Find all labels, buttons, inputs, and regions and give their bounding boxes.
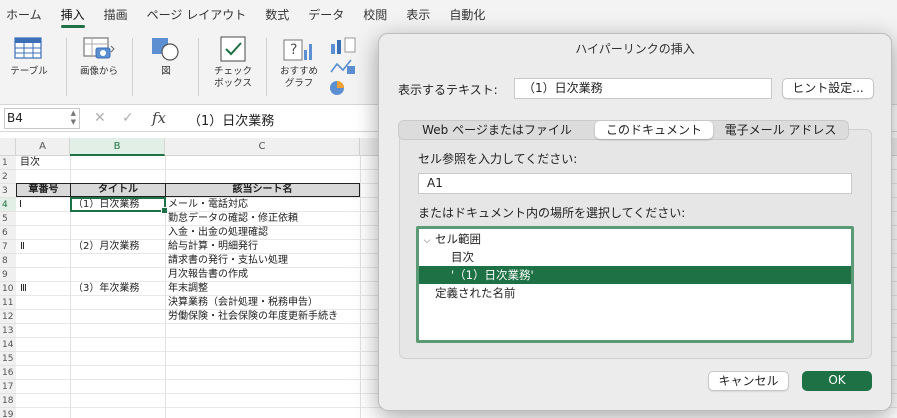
- display-text-label: 表示するテキスト:: [398, 83, 498, 97]
- select-all-corner[interactable]: [0, 138, 16, 156]
- tree-group-cell-range-label: セル範囲: [435, 232, 481, 246]
- cell-c12[interactable]: 労働保険・社会保険の年度更新手続き: [168, 310, 338, 324]
- table-icon: [14, 36, 44, 62]
- enter-formula-icon[interactable]: ✓: [122, 110, 134, 126]
- document-location-label: またはドキュメント内の場所を選択してください:: [418, 206, 686, 220]
- hint-settings-button[interactable]: ヒント設定...: [782, 78, 874, 99]
- formula-value[interactable]: （1）日次業務: [188, 110, 274, 129]
- dialog-title: ハイパーリンクの挿入: [575, 42, 695, 56]
- cell-c9[interactable]: 月次報告書の作成: [168, 268, 248, 282]
- tab-email-address[interactable]: 電子メール アドレス: [713, 121, 848, 139]
- row-header-4[interactable]: 4: [0, 198, 16, 212]
- recommended-charts-button[interactable]: ? おすすめ グラフ: [276, 36, 322, 90]
- tree-item-toc[interactable]: 目次: [419, 248, 851, 266]
- row-header-7[interactable]: 7: [0, 240, 16, 254]
- cell-c8[interactable]: 請求書の発行・支払い処理: [168, 254, 288, 268]
- cell-c10[interactable]: 年末調整: [168, 282, 208, 296]
- cell-a4[interactable]: Ⅰ: [19, 198, 22, 212]
- picture-button[interactable]: 画像から: [74, 36, 124, 78]
- ribbon-tab-bar: ホーム 挿入 描画 ページ レイアウト 数式 データ 校閲 表示 自動化: [0, 0, 897, 30]
- tree-group-cell-range[interactable]: ⌵ セル範囲: [419, 230, 851, 248]
- chart-types-icon: [330, 37, 356, 95]
- tab-data[interactable]: データ: [308, 0, 344, 30]
- name-box[interactable]: B4 ▲ ▼: [4, 108, 80, 129]
- tab-insert[interactable]: 挿入: [60, 0, 85, 30]
- checkbox-icon: [219, 36, 247, 62]
- cell-c7[interactable]: 給与計算・明細発行: [168, 240, 258, 254]
- row-header-9[interactable]: 9: [0, 268, 16, 282]
- shapes-icon: [148, 36, 184, 62]
- recommended-charts-label-2: グラフ: [284, 78, 314, 89]
- cell-b7[interactable]: （2）月次業務: [73, 240, 139, 254]
- insert-function-icon[interactable]: fx: [152, 109, 166, 127]
- checkbox-button[interactable]: チェック ボックス: [208, 36, 258, 90]
- document-location-tree[interactable]: ⌵ セル範囲 目次 '（1）日次業務' 定義された名前: [416, 226, 854, 343]
- cancel-button[interactable]: キャンセル: [708, 371, 789, 391]
- row-header-3[interactable]: 3: [0, 184, 16, 198]
- row-header-18[interactable]: 18: [0, 394, 16, 408]
- tab-web-page-file[interactable]: Web ページまたはファイル: [399, 121, 595, 139]
- cell-c4[interactable]: メール・電話対応: [168, 198, 248, 212]
- name-box-value: B4: [7, 111, 23, 125]
- tab-formulas[interactable]: 数式: [265, 0, 289, 30]
- picture-icon: [82, 36, 116, 62]
- row-header-15[interactable]: 15: [0, 352, 16, 366]
- row-header-1[interactable]: 1: [0, 156, 16, 170]
- cell-reference-label: セル参照を入力してください:: [418, 152, 578, 166]
- svg-text:?: ?: [290, 42, 297, 58]
- row-header-11[interactable]: 11: [0, 296, 16, 310]
- recommended-charts-label-1: おすすめ: [279, 66, 318, 77]
- tab-review[interactable]: 校閲: [363, 0, 387, 30]
- column-header-b[interactable]: B: [70, 138, 165, 156]
- tab-view[interactable]: 表示: [406, 0, 430, 30]
- cell-c11[interactable]: 決算業務（会計処理・税務申告）: [168, 296, 318, 310]
- row-header-16[interactable]: 16: [0, 366, 16, 380]
- ok-button[interactable]: OK: [802, 371, 872, 391]
- tab-automate[interactable]: 自動化: [449, 0, 485, 30]
- row-header-5[interactable]: 5: [0, 212, 16, 226]
- row-header-10[interactable]: 10: [0, 282, 16, 296]
- row-header-14[interactable]: 14: [0, 338, 16, 352]
- header-cell-chapter[interactable]: 章番号: [16, 183, 70, 197]
- checkbox-label-1: チェック: [213, 66, 252, 77]
- tree-item-selected-sheet[interactable]: '（1）日次業務': [419, 266, 851, 284]
- cell-c6[interactable]: 入金・出金の処理確認: [168, 226, 268, 240]
- table-label: テーブル: [10, 66, 48, 77]
- tab-draw[interactable]: 描画: [104, 0, 128, 30]
- row-header-17[interactable]: 17: [0, 380, 16, 394]
- active-cell-cursor[interactable]: [70, 197, 168, 214]
- picture-label: 画像から: [79, 66, 118, 77]
- cell-b10[interactable]: （3）年次業務: [73, 282, 139, 296]
- tree-group-defined-names[interactable]: 定義された名前: [419, 284, 851, 302]
- row-header-13[interactable]: 13: [0, 324, 16, 338]
- cell-a1[interactable]: 目次: [20, 156, 40, 170]
- row-header-2[interactable]: 2: [0, 170, 16, 184]
- cell-reference-input[interactable]: A1: [418, 173, 852, 194]
- row-header-12[interactable]: 12: [0, 310, 16, 324]
- cancel-formula-icon[interactable]: ✕: [94, 110, 106, 126]
- checkbox-label-2: ボックス: [214, 78, 252, 89]
- header-cell-title[interactable]: タイトル: [70, 183, 165, 197]
- row-header-19[interactable]: 19: [0, 408, 16, 418]
- table-button[interactable]: テーブル: [6, 36, 52, 78]
- cell-a10[interactable]: Ⅲ: [20, 282, 27, 296]
- tab-page-layout[interactable]: ページ レイアウト: [147, 0, 247, 30]
- display-text-input[interactable]: （1）日次業務: [514, 78, 772, 99]
- shapes-label: 図: [161, 66, 171, 77]
- name-box-stepper-icon[interactable]: ▲ ▼: [71, 109, 76, 127]
- column-header-c[interactable]: C: [165, 138, 360, 156]
- row-header-6[interactable]: 6: [0, 226, 16, 240]
- shapes-button[interactable]: 図: [142, 36, 190, 78]
- column-header-a[interactable]: A: [16, 138, 70, 156]
- tab-this-document[interactable]: このドキュメント: [595, 121, 713, 139]
- insert-hyperlink-dialog: ハイパーリンクの挿入 表示するテキスト: （1）日次業務 ヒント設定... We…: [378, 33, 892, 411]
- tab-home[interactable]: ホーム: [6, 0, 42, 30]
- row-header-8[interactable]: 8: [0, 254, 16, 268]
- header-cell-sheet-name[interactable]: 該当シート名: [165, 183, 360, 197]
- link-type-tabs: Web ページまたはファイル このドキュメント 電子メール アドレス: [398, 120, 849, 140]
- chart-types-group[interactable]: [326, 36, 376, 102]
- cell-c5[interactable]: 勤怠データの確認・修正依頼: [168, 212, 298, 226]
- recommended-charts-icon: ?: [282, 36, 316, 62]
- cell-a7[interactable]: Ⅱ: [20, 240, 25, 254]
